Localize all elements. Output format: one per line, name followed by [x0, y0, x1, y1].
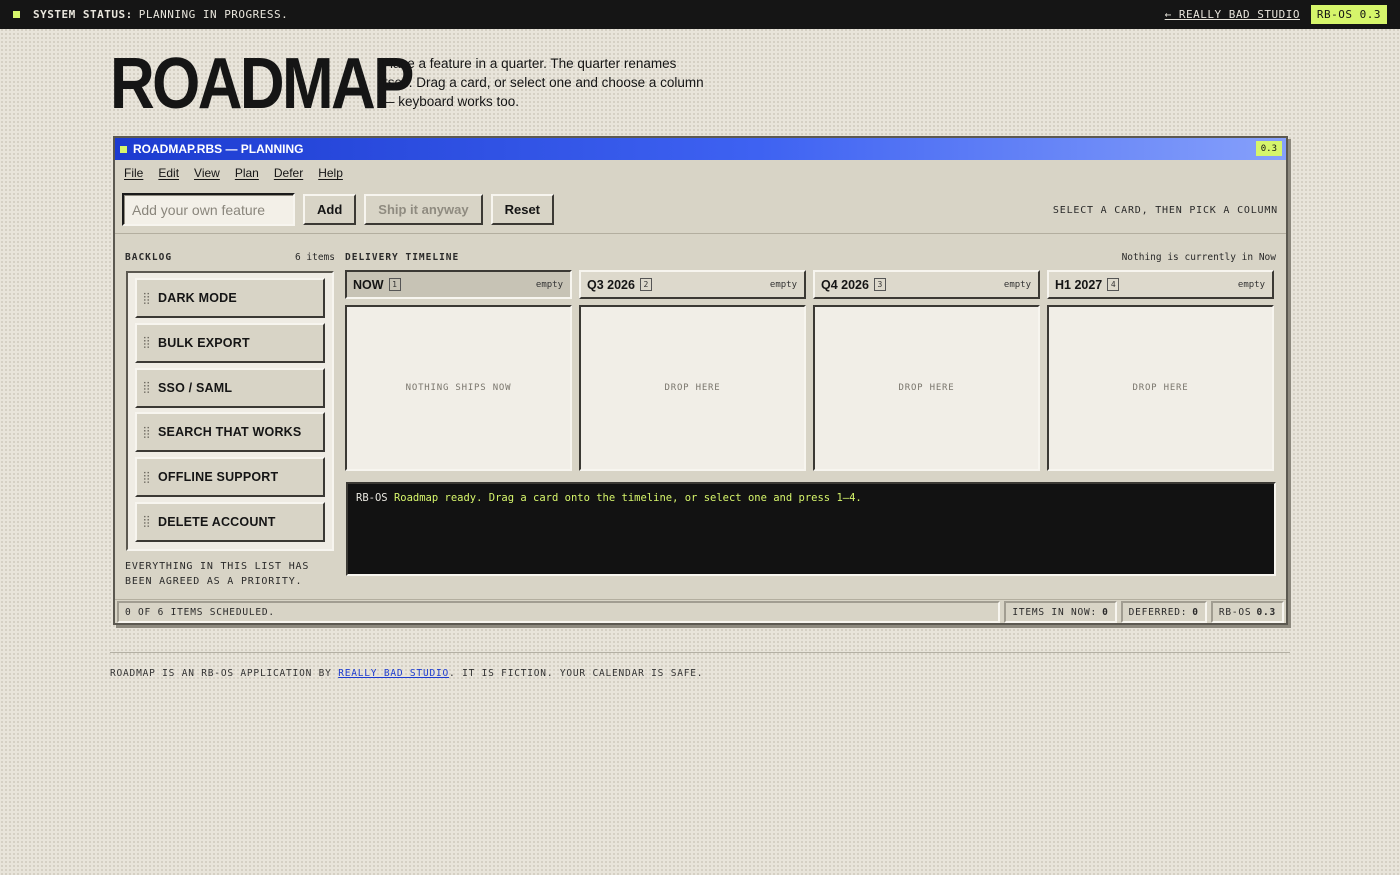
footer-divider	[110, 652, 1290, 653]
page-title: ROADMAP	[110, 44, 414, 124]
column-header-h1-2027[interactable]: H1 2027 4 empty	[1047, 270, 1274, 299]
backlog-card-delete-account[interactable]: DELETE ACCOUNT	[135, 501, 325, 542]
window-version-badge: 0.3	[1255, 141, 1282, 156]
toolbar: Add Ship it anyway Reset SELECT A CARD, …	[115, 186, 1286, 234]
column-name: Q4 2026	[821, 277, 869, 292]
backlog-card-sso-saml[interactable]: SSO / SAML	[135, 367, 325, 408]
dropzone-now[interactable]: NOTHING SHIPS NOW	[345, 305, 572, 471]
column-shortcut-key: 4	[1107, 278, 1120, 291]
column-shortcut-key: 1	[388, 278, 401, 291]
items-in-now-label: ITEMS IN NOW:	[1012, 606, 1098, 618]
timeline-column-now: NOW 1 empty NOTHING SHIPS NOW	[345, 270, 572, 471]
column-name: NOW	[353, 277, 384, 292]
add-button[interactable]: Add	[303, 194, 357, 225]
column-state: empty	[769, 279, 797, 290]
column-state: empty	[1237, 279, 1265, 290]
card-label: SEARCH THAT WORKS	[158, 425, 302, 440]
menu-view[interactable]: View	[194, 166, 220, 180]
items-in-now-value: 0	[1102, 606, 1109, 618]
items-in-now-status: ITEMS IN NOW: 0	[1004, 601, 1117, 623]
backlog-count: 6 items	[294, 252, 335, 263]
footer-studio-link[interactable]: REALLY BAD STUDIO	[338, 668, 449, 679]
column-shortcut-key: 2	[639, 278, 652, 291]
drag-handle-icon[interactable]	[143, 470, 150, 484]
drag-handle-icon[interactable]	[143, 381, 150, 395]
scheduled-text: 0 OF 6 ITEMS SCHEDULED.	[125, 606, 275, 618]
footer-prefix: ROADMAP IS AN RB-OS APPLICATION BY	[110, 668, 339, 679]
console-message: Roadmap ready. Drag a card onto the time…	[393, 492, 862, 504]
toolbar-hint: SELECT A CARD, THEN PICK A COLUMN	[1052, 205, 1278, 216]
back-to-studio-link[interactable]: ← REALLY BAD STUDIO	[1165, 8, 1300, 21]
deferred-value: 0	[1192, 606, 1199, 618]
deferred-label: DEFERRED:	[1128, 606, 1188, 618]
reset-button[interactable]: Reset	[490, 194, 555, 225]
status-text: PLANNING IN PROGRESS.	[138, 8, 289, 21]
card-label: OFFLINE SUPPORT	[158, 470, 279, 485]
column-state: empty	[1003, 279, 1031, 290]
window-icon	[120, 145, 127, 153]
menu-bar: File Edit View Plan Defer Help	[115, 160, 1286, 186]
footer-suffix: . IT IS FICTION. YOUR CALENDAR IS SAFE.	[449, 668, 704, 679]
roadmap-window: ROADMAP.RBS — PLANNING 0.3 File Edit Vie…	[113, 136, 1288, 625]
console-log: RB-OS Roadmap ready. Drag a card onto th…	[346, 482, 1276, 576]
card-label: BULK EXPORT	[158, 335, 250, 350]
column-state: empty	[535, 279, 563, 290]
column-name: Q3 2026	[587, 277, 635, 292]
system-status-bar: SYSTEM STATUS: PLANNING IN PROGRESS. ← R…	[0, 0, 1400, 29]
status-label: SYSTEM STATUS:	[33, 8, 133, 21]
card-label: DELETE ACCOUNT	[158, 514, 276, 529]
ship-it-anyway-button[interactable]: Ship it anyway	[364, 194, 483, 225]
card-label: DARK MODE	[158, 291, 237, 305]
timeline-label: DELIVERY TIMELINE	[345, 252, 460, 263]
add-feature-input[interactable]	[122, 193, 295, 226]
os-version-status: RB-OS 0.3	[1210, 601, 1284, 623]
window-title: ROADMAP.RBS — PLANNING	[133, 142, 304, 156]
column-header-q4-2026[interactable]: Q4 2026 3 empty	[813, 270, 1040, 299]
timeline-header: DELIVERY TIMELINE Nothing is currently i…	[345, 252, 1276, 263]
status-square-icon	[13, 11, 20, 18]
backlog-card-search[interactable]: SEARCH THAT WORKS	[135, 412, 325, 453]
backlog-card-bulk-export[interactable]: BULK EXPORT	[135, 322, 325, 363]
column-header-now[interactable]: NOW 1 empty	[345, 270, 572, 299]
drag-handle-icon[interactable]	[143, 336, 150, 350]
menu-defer[interactable]: Defer	[274, 166, 303, 180]
dropzone-q4-2026[interactable]: DROP HERE	[813, 305, 1040, 471]
window-status-bar: 0 OF 6 ITEMS SCHEDULED. ITEMS IN NOW: 0 D…	[115, 599, 1286, 623]
now-status: Nothing is currently in Now	[1121, 252, 1276, 263]
backlog-card-dark-mode[interactable]: DARK MODE	[135, 278, 325, 318]
menu-plan[interactable]: Plan	[235, 166, 259, 180]
column-name: H1 2027	[1055, 277, 1103, 292]
timeline-column-q3-2026: Q3 2026 2 empty DROP HERE	[579, 270, 806, 471]
deferred-status: DEFERRED: 0	[1120, 601, 1207, 623]
card-label: SSO / SAML	[158, 380, 233, 395]
drag-handle-icon[interactable]	[143, 291, 150, 305]
menu-edit[interactable]: Edit	[158, 166, 179, 180]
footer: ROADMAP IS AN RB-OS APPLICATION BY REALL…	[110, 668, 703, 679]
window-titlebar[interactable]: ROADMAP.RBS — PLANNING 0.3	[115, 138, 1286, 160]
os-version-badge: RB-OS 0.3	[1310, 5, 1387, 24]
scheduled-status: 0 OF 6 ITEMS SCHEDULED.	[117, 601, 1001, 623]
os-label: RB-OS	[1218, 606, 1252, 618]
drag-handle-icon[interactable]	[143, 425, 150, 439]
backlog-label: BACKLOG	[125, 252, 173, 263]
backlog-card-offline-support[interactable]: OFFLINE SUPPORT	[135, 457, 325, 498]
column-header-q3-2026[interactable]: Q3 2026 2 empty	[579, 270, 806, 299]
column-shortcut-key: 3	[873, 278, 886, 291]
menu-help[interactable]: Help	[318, 166, 343, 180]
dropzone-h1-2027[interactable]: DROP HERE	[1047, 305, 1274, 471]
drag-handle-icon[interactable]	[143, 515, 150, 529]
timeline-column-h1-2027: H1 2027 4 empty DROP HERE	[1047, 270, 1274, 471]
backlog-header: BACKLOG 6 items	[125, 252, 335, 263]
console-prefix: RB-OS	[356, 492, 388, 504]
backlog-note: EVERYTHING IN THIS LIST HAS BEEN AGREED …	[125, 561, 310, 587]
backlog-list: DARK MODE BULK EXPORT SSO / SAML SEARCH …	[126, 271, 334, 551]
menu-file[interactable]: File	[124, 166, 143, 180]
page-intro: Place a feature in a quarter. The quarte…	[381, 56, 704, 109]
os-version: 0.3	[1256, 606, 1276, 618]
dropzone-q3-2026[interactable]: DROP HERE	[579, 305, 806, 471]
timeline-column-q4-2026: Q4 2026 3 empty DROP HERE	[813, 270, 1040, 471]
